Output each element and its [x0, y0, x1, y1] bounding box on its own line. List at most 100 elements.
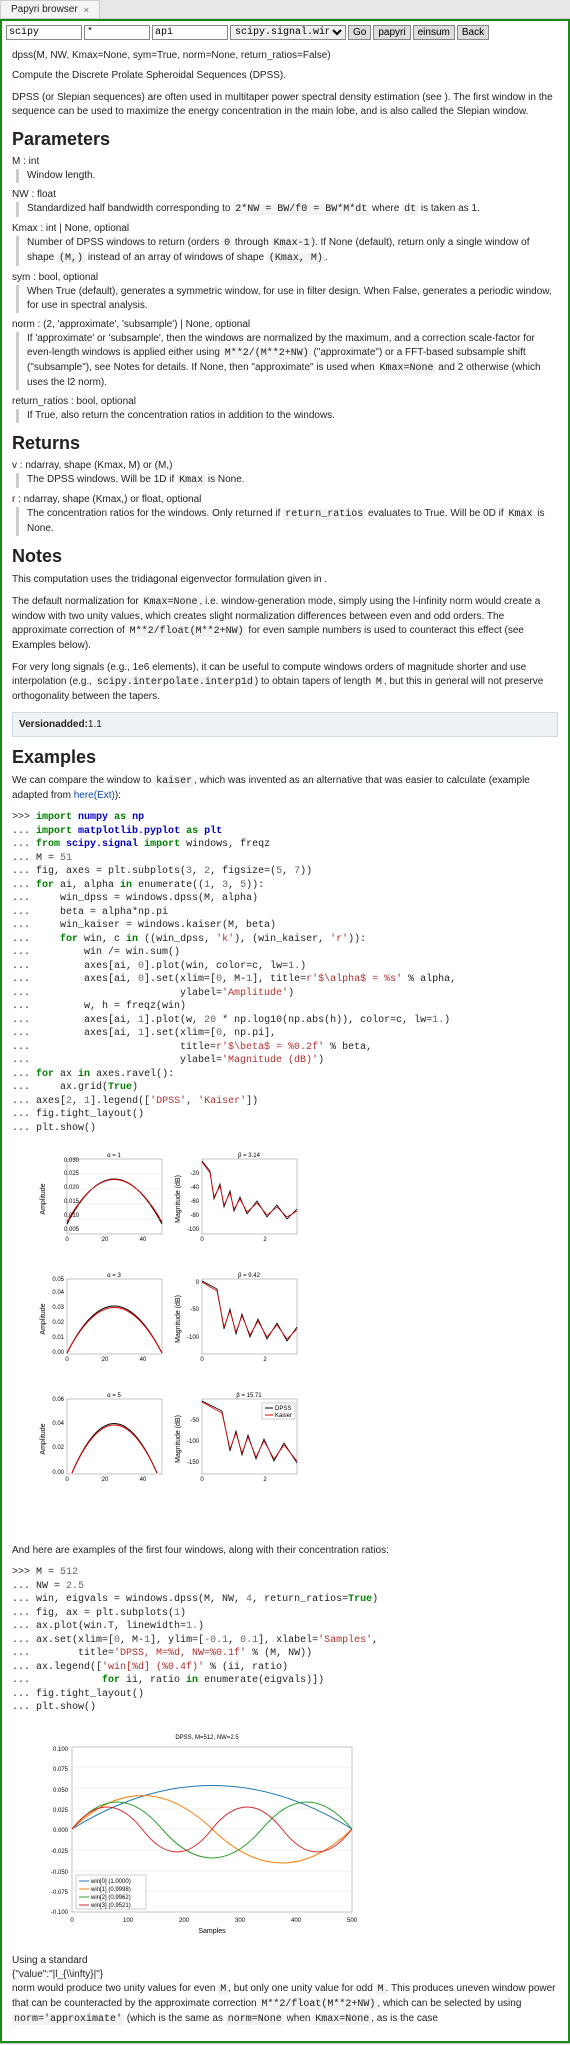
- examples-p3: Using a standard {"value":"|l_{\\infty}|…: [12, 1954, 558, 2027]
- papyri-button[interactable]: papyri: [373, 25, 410, 40]
- svg-text:Magnitude (dB): Magnitude (dB): [175, 1295, 182, 1343]
- svg-text:0.025: 0.025: [53, 1808, 69, 1814]
- svg-text:0.02: 0.02: [52, 1320, 64, 1326]
- svg-text:0.05: 0.05: [52, 1277, 64, 1283]
- parameters-heading: Parameters: [12, 129, 558, 150]
- svg-text:Amplitude: Amplitude: [40, 1303, 47, 1334]
- status-bar: Papyri browser: [0, 2043, 570, 2045]
- param-NW-name: NW : float: [12, 189, 558, 200]
- param-sym-name: sym : bool, optional: [12, 272, 558, 283]
- module-input[interactable]: [6, 25, 82, 40]
- param-M-name: M : int: [12, 156, 558, 167]
- svg-text:20: 20: [102, 1357, 109, 1363]
- einsum-button[interactable]: einsum: [413, 25, 455, 40]
- svg-text:-0.100: -0.100: [51, 1910, 69, 1916]
- svg-text:Magnitude (dB): Magnitude (dB): [175, 1175, 182, 1223]
- examples-intro: We can compare the window to kaiser, whi…: [12, 774, 558, 803]
- svg-text:Amplitude: Amplitude: [40, 1183, 47, 1214]
- svg-text:2: 2: [263, 1357, 267, 1363]
- param-NW: NW : float Standardized half bandwidth c…: [12, 189, 558, 217]
- svg-text:-0.025: -0.025: [51, 1849, 69, 1855]
- svg-text:40: 40: [140, 1357, 147, 1363]
- svg-text:-50: -50: [190, 1418, 199, 1424]
- svg-text:0: 0: [200, 1357, 204, 1363]
- svg-text:Kaiser: Kaiser: [275, 1413, 292, 1419]
- svg-text:20: 20: [102, 1237, 109, 1243]
- svg-text:0: 0: [200, 1237, 204, 1243]
- param-norm: norm : (2, 'approximate', 'subsample') |…: [12, 319, 558, 390]
- param-M-desc: Window length.: [16, 169, 558, 183]
- svg-text:-80: -80: [190, 1213, 199, 1219]
- param-return-ratios: return_ratios : bool, optional If True, …: [12, 396, 558, 423]
- notes-p1: This computation uses the tridiagonal ei…: [12, 573, 558, 587]
- version-input[interactable]: [84, 25, 150, 40]
- svg-text:0.050: 0.050: [53, 1788, 69, 1794]
- svg-text:0.020: 0.020: [64, 1185, 80, 1191]
- svg-text:0.075: 0.075: [53, 1767, 69, 1773]
- svg-text:0.03: 0.03: [52, 1305, 64, 1311]
- param-return-ratios-name: return_ratios : bool, optional: [12, 396, 558, 407]
- svg-text:-20: -20: [190, 1171, 199, 1177]
- nav-row: scipy.signal.windows._w Go papyri einsum…: [6, 25, 564, 40]
- svg-text:-40: -40: [190, 1185, 199, 1191]
- code-example-1: >>> import numpy as np ... import matplo…: [12, 811, 558, 1135]
- param-M: M : int Window length.: [12, 156, 558, 183]
- svg-text:α = 1: α = 1: [107, 1153, 121, 1159]
- svg-text:-100: -100: [187, 1439, 200, 1445]
- svg-text:0.04: 0.04: [52, 1421, 64, 1427]
- svg-text:α = 3: α = 3: [107, 1273, 121, 1279]
- svg-text:win[2] (0.9962): win[2] (0.9962): [90, 1895, 131, 1901]
- tab-title: Papyri browser: [11, 4, 78, 15]
- param-norm-desc: If 'approximate' or 'subsample', then th…: [16, 332, 558, 390]
- content: dpss(M, NW, Kmax=None, sym=True, norm=No…: [6, 48, 564, 2037]
- param-return-ratios-desc: If True, also return the concentration r…: [16, 409, 558, 423]
- param-NW-desc: Standardized half bandwidth correspondin…: [16, 202, 558, 217]
- plot-dpss-4windows: DPSS, M=512, NW=2.5 0.100 0.075 0.050 0.…: [32, 1729, 362, 1939]
- svg-text:win[3] (0.9521): win[3] (0.9521): [90, 1903, 131, 1909]
- main-frame: scipy.signal.windows._w Go papyri einsum…: [0, 19, 570, 2043]
- svg-text:win[1] (0.9998): win[1] (0.9998): [90, 1887, 131, 1893]
- svg-text:α = 5: α = 5: [107, 1393, 121, 1399]
- examples-p2: And here are examples of the first four …: [12, 1544, 558, 1558]
- svg-text:0: 0: [196, 1280, 200, 1286]
- svg-text:100: 100: [123, 1918, 134, 1924]
- svg-text:-0.050: -0.050: [51, 1870, 69, 1876]
- param-sym-desc: When True (default), generates a symmetr…: [16, 285, 558, 313]
- svg-text:-100: -100: [187, 1227, 200, 1233]
- svg-text:-0.075: -0.075: [51, 1890, 69, 1896]
- close-icon[interactable]: ×: [84, 5, 89, 15]
- svg-text:0: 0: [70, 1918, 74, 1924]
- notes-heading: Notes: [12, 546, 558, 567]
- svg-text:0.100: 0.100: [53, 1747, 69, 1753]
- back-button[interactable]: Back: [457, 25, 489, 40]
- param-Kmax-desc: Number of DPSS windows to return (orders…: [16, 236, 558, 266]
- param-sym: sym : bool, optional When True (default)…: [12, 272, 558, 313]
- notes-p2: The default normalization for Kmax=None,…: [12, 595, 558, 653]
- svg-text:-60: -60: [190, 1199, 199, 1205]
- svg-text:0: 0: [65, 1237, 69, 1243]
- svg-text:2: 2: [263, 1477, 267, 1483]
- svg-text:DPSS, M=512, NW=2.5: DPSS, M=512, NW=2.5: [175, 1735, 239, 1741]
- version-added: Versionadded:1.1: [12, 712, 558, 737]
- svg-text:200: 200: [179, 1918, 190, 1924]
- param-norm-name: norm : (2, 'approximate', 'subsample') |…: [12, 319, 558, 330]
- svg-text:0: 0: [65, 1357, 69, 1363]
- svg-text:300: 300: [235, 1918, 246, 1924]
- svg-text:0.030: 0.030: [64, 1158, 80, 1164]
- browser-tab[interactable]: Papyri browser ×: [0, 0, 100, 18]
- tab-bar: Papyri browser ×: [0, 0, 570, 19]
- svg-text:2: 2: [263, 1237, 267, 1243]
- intro-2: DPSS (or Slepian sequences) are often us…: [12, 91, 558, 119]
- path-select[interactable]: scipy.signal.windows._w: [230, 25, 346, 40]
- svg-text:0.00: 0.00: [52, 1350, 64, 1356]
- svg-text:-100: -100: [187, 1335, 200, 1341]
- go-button[interactable]: Go: [348, 25, 371, 40]
- return-v-desc: The DPSS windows. Will be 1D if Kmax is …: [16, 473, 558, 488]
- kind-input[interactable]: [152, 25, 228, 40]
- return-v: v : ndarray, shape (Kmax, M) or (M,) The…: [12, 460, 558, 488]
- svg-text:20: 20: [102, 1477, 109, 1483]
- return-r: r : ndarray, shape (Kmax,) or float, opt…: [12, 494, 558, 536]
- svg-text:0.01: 0.01: [52, 1335, 64, 1341]
- svg-text:500: 500: [347, 1918, 358, 1924]
- return-v-name: v : ndarray, shape (Kmax, M) or (M,): [12, 460, 558, 471]
